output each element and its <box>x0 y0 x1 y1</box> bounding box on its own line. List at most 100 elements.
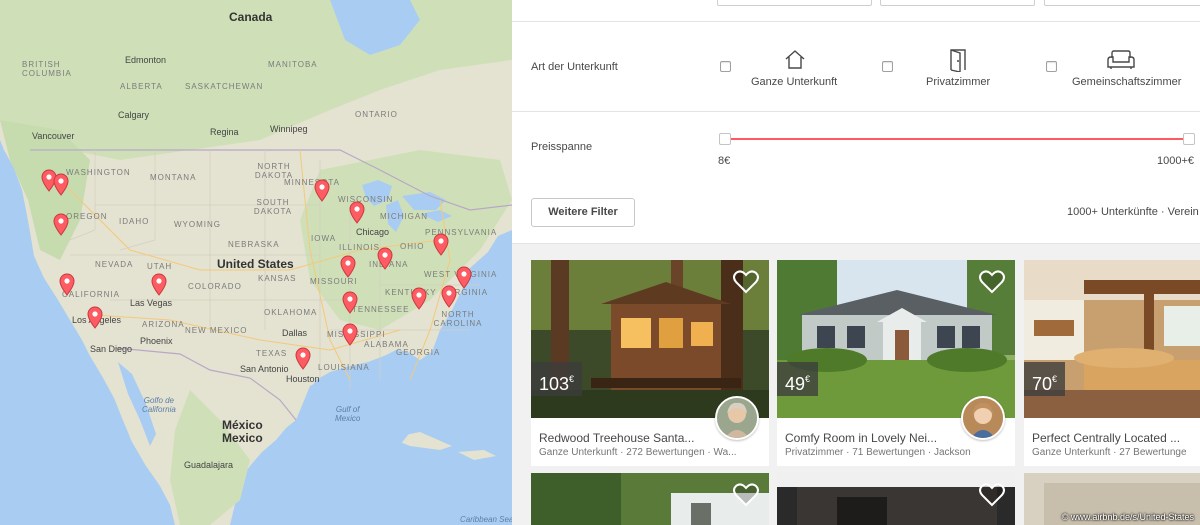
results-count: 1000+ Unterkünfte · Verein <box>1067 206 1199 218</box>
map-pin-icon[interactable] <box>455 265 473 289</box>
map-pin-icon[interactable] <box>410 286 428 310</box>
price-slider-min-handle[interactable] <box>719 133 731 145</box>
listing-price: 70€ <box>1024 362 1066 396</box>
heart-icon[interactable] <box>733 270 759 294</box>
map-label-state: MICHIGAN <box>380 212 428 221</box>
map-label-country: Canada <box>229 10 273 24</box>
map-pin-icon[interactable] <box>348 200 366 224</box>
map-label-state: NORTH CAROLINA <box>433 310 483 328</box>
map-pin-icon[interactable] <box>86 305 104 329</box>
map-label-city: Vancouver <box>32 131 75 141</box>
door-icon <box>948 48 968 77</box>
map-label-state: WYOMING <box>174 220 221 229</box>
map-label-state: OKLAHOMA <box>264 308 318 317</box>
map-label-water: Gulf of Mexico <box>335 405 361 423</box>
map-label-state: IDAHO <box>119 217 150 226</box>
map-label-state: COLORADO <box>188 282 242 291</box>
map-pin-icon[interactable] <box>376 246 394 270</box>
map[interactable]: Canada United States México Mexico BRITI… <box>0 0 512 525</box>
map-label-city: Houston <box>286 374 320 384</box>
host-avatar[interactable] <box>715 396 759 440</box>
map-pin-icon[interactable] <box>58 272 76 296</box>
room-type-label-private[interactable]: Privatzimmer <box>926 76 990 88</box>
map-label-city: Phoenix <box>140 336 173 346</box>
room-type-label-shared[interactable]: Gemeinschaftszimmer <box>1072 76 1181 88</box>
listing-price: 49€ <box>777 362 819 396</box>
room-type-checkbox-private[interactable] <box>882 61 893 72</box>
map-label-state: SOUTH DAKOTA <box>253 198 293 216</box>
map-label-city: Regina <box>210 127 239 137</box>
top-inputs-row <box>512 0 1200 22</box>
listing-title[interactable]: Perfect Centrally Located ... <box>1032 431 1200 445</box>
price-slider-max-handle[interactable] <box>1183 133 1195 145</box>
map-label-state: ILLINOIS <box>339 243 380 252</box>
map-label-city: Guadalajara <box>184 460 234 470</box>
room-type-checkbox-shared[interactable] <box>1046 61 1057 72</box>
divider <box>512 111 1200 112</box>
map-pin-icon[interactable] <box>150 272 168 296</box>
more-filters-button[interactable]: Weitere Filter <box>531 198 635 227</box>
listing-card[interactable] <box>777 473 1015 525</box>
map-label-state: WASHINGTON <box>66 168 131 177</box>
map-label-city: Chicago <box>356 227 390 237</box>
map-pin-icon[interactable] <box>294 346 312 370</box>
price-slider-track[interactable] <box>724 138 1190 140</box>
map-label-state: MANITOBA <box>268 60 318 69</box>
room-type-label-entire[interactable]: Ganze Unterkunft <box>751 76 837 88</box>
image-credit: © www.airbnb.de/s/United-States <box>1061 512 1194 522</box>
listing-card[interactable] <box>531 473 769 525</box>
map-pin-icon[interactable] <box>52 172 70 196</box>
map-label-country: México <box>222 418 263 432</box>
map-label-state: TENNESSEE <box>352 305 410 314</box>
listing-meta: Ganze Unterkunft · 27 Bewertunge <box>1032 447 1187 458</box>
room-type-checkbox-entire[interactable] <box>720 61 731 72</box>
sofa-icon <box>1106 50 1136 75</box>
map-label-state: IOWA <box>311 234 337 243</box>
map-label-state: UTAH <box>147 262 173 271</box>
host-avatar[interactable] <box>961 396 1005 440</box>
map-label-state: MINNESOTA <box>284 178 340 187</box>
map-label-state: NEVADA <box>95 260 134 269</box>
map-label-water: Golfo de California <box>142 396 176 414</box>
house-icon <box>784 48 806 75</box>
map-pin-icon[interactable] <box>52 212 70 236</box>
map-label-state: SASKATCHEWAN <box>185 82 264 91</box>
price-min-value: 8€ <box>718 155 731 167</box>
map-label-state: LOUISIANA <box>318 363 370 372</box>
listing-card[interactable]: 49€ Comfy Room in Lovely Nei... Privatzi… <box>777 260 1015 466</box>
price-max-value: 1000+€ <box>1157 155 1195 167</box>
listing-card[interactable]: 103€ Redwood Treehouse Santa... Ganze Un… <box>531 260 769 466</box>
map-pin-icon[interactable] <box>341 290 359 314</box>
map-label-state: MONTANA <box>150 173 197 182</box>
checkin-input[interactable] <box>717 0 872 6</box>
map-pin-icon[interactable] <box>339 254 357 278</box>
room-type-label: Art der Unterkunft <box>531 61 618 73</box>
map-label-city: Calgary <box>118 110 150 120</box>
listing-meta: Ganze Unterkunft · 272 Bewertungen · Wa.… <box>539 447 737 458</box>
guests-select[interactable] <box>1044 0 1200 6</box>
map-label-state: ALBERTA <box>120 82 163 91</box>
listing-title[interactable]: Comfy Room in Lovely Nei... <box>785 431 955 445</box>
map-label-state: NEBRASKA <box>228 240 280 249</box>
map-label-state: OHIO <box>400 242 425 251</box>
search-panel: Art der Unterkunft Ganze Unterkunft Priv… <box>512 0 1200 525</box>
map-label-state: ARIZONA <box>142 320 185 329</box>
heart-icon[interactable] <box>979 483 1005 507</box>
map-label-city: San Diego <box>90 344 133 354</box>
heart-icon[interactable] <box>979 270 1005 294</box>
map-label-city: Dallas <box>282 328 308 338</box>
checkout-input[interactable] <box>880 0 1035 6</box>
map-label-state: KANSAS <box>258 274 297 283</box>
map-pin-icon[interactable] <box>313 178 331 202</box>
map-pin-icon[interactable] <box>341 322 359 346</box>
map-label-city: Mexico <box>222 431 263 445</box>
listing-card[interactable]: 70€ Perfect Centrally Located ... Ganze … <box>1024 260 1200 466</box>
map-label-state: BRITISH COLUMBIA <box>22 60 72 78</box>
map-label-country: United States <box>217 257 294 271</box>
listing-price: 103€ <box>531 362 583 396</box>
map-pin-icon[interactable] <box>432 232 450 256</box>
map-label-city: Las Vegas <box>130 298 173 308</box>
listing-title[interactable]: Redwood Treehouse Santa... <box>539 431 709 445</box>
heart-icon[interactable] <box>733 483 759 507</box>
map-label-state: MISSOURI <box>310 277 358 286</box>
